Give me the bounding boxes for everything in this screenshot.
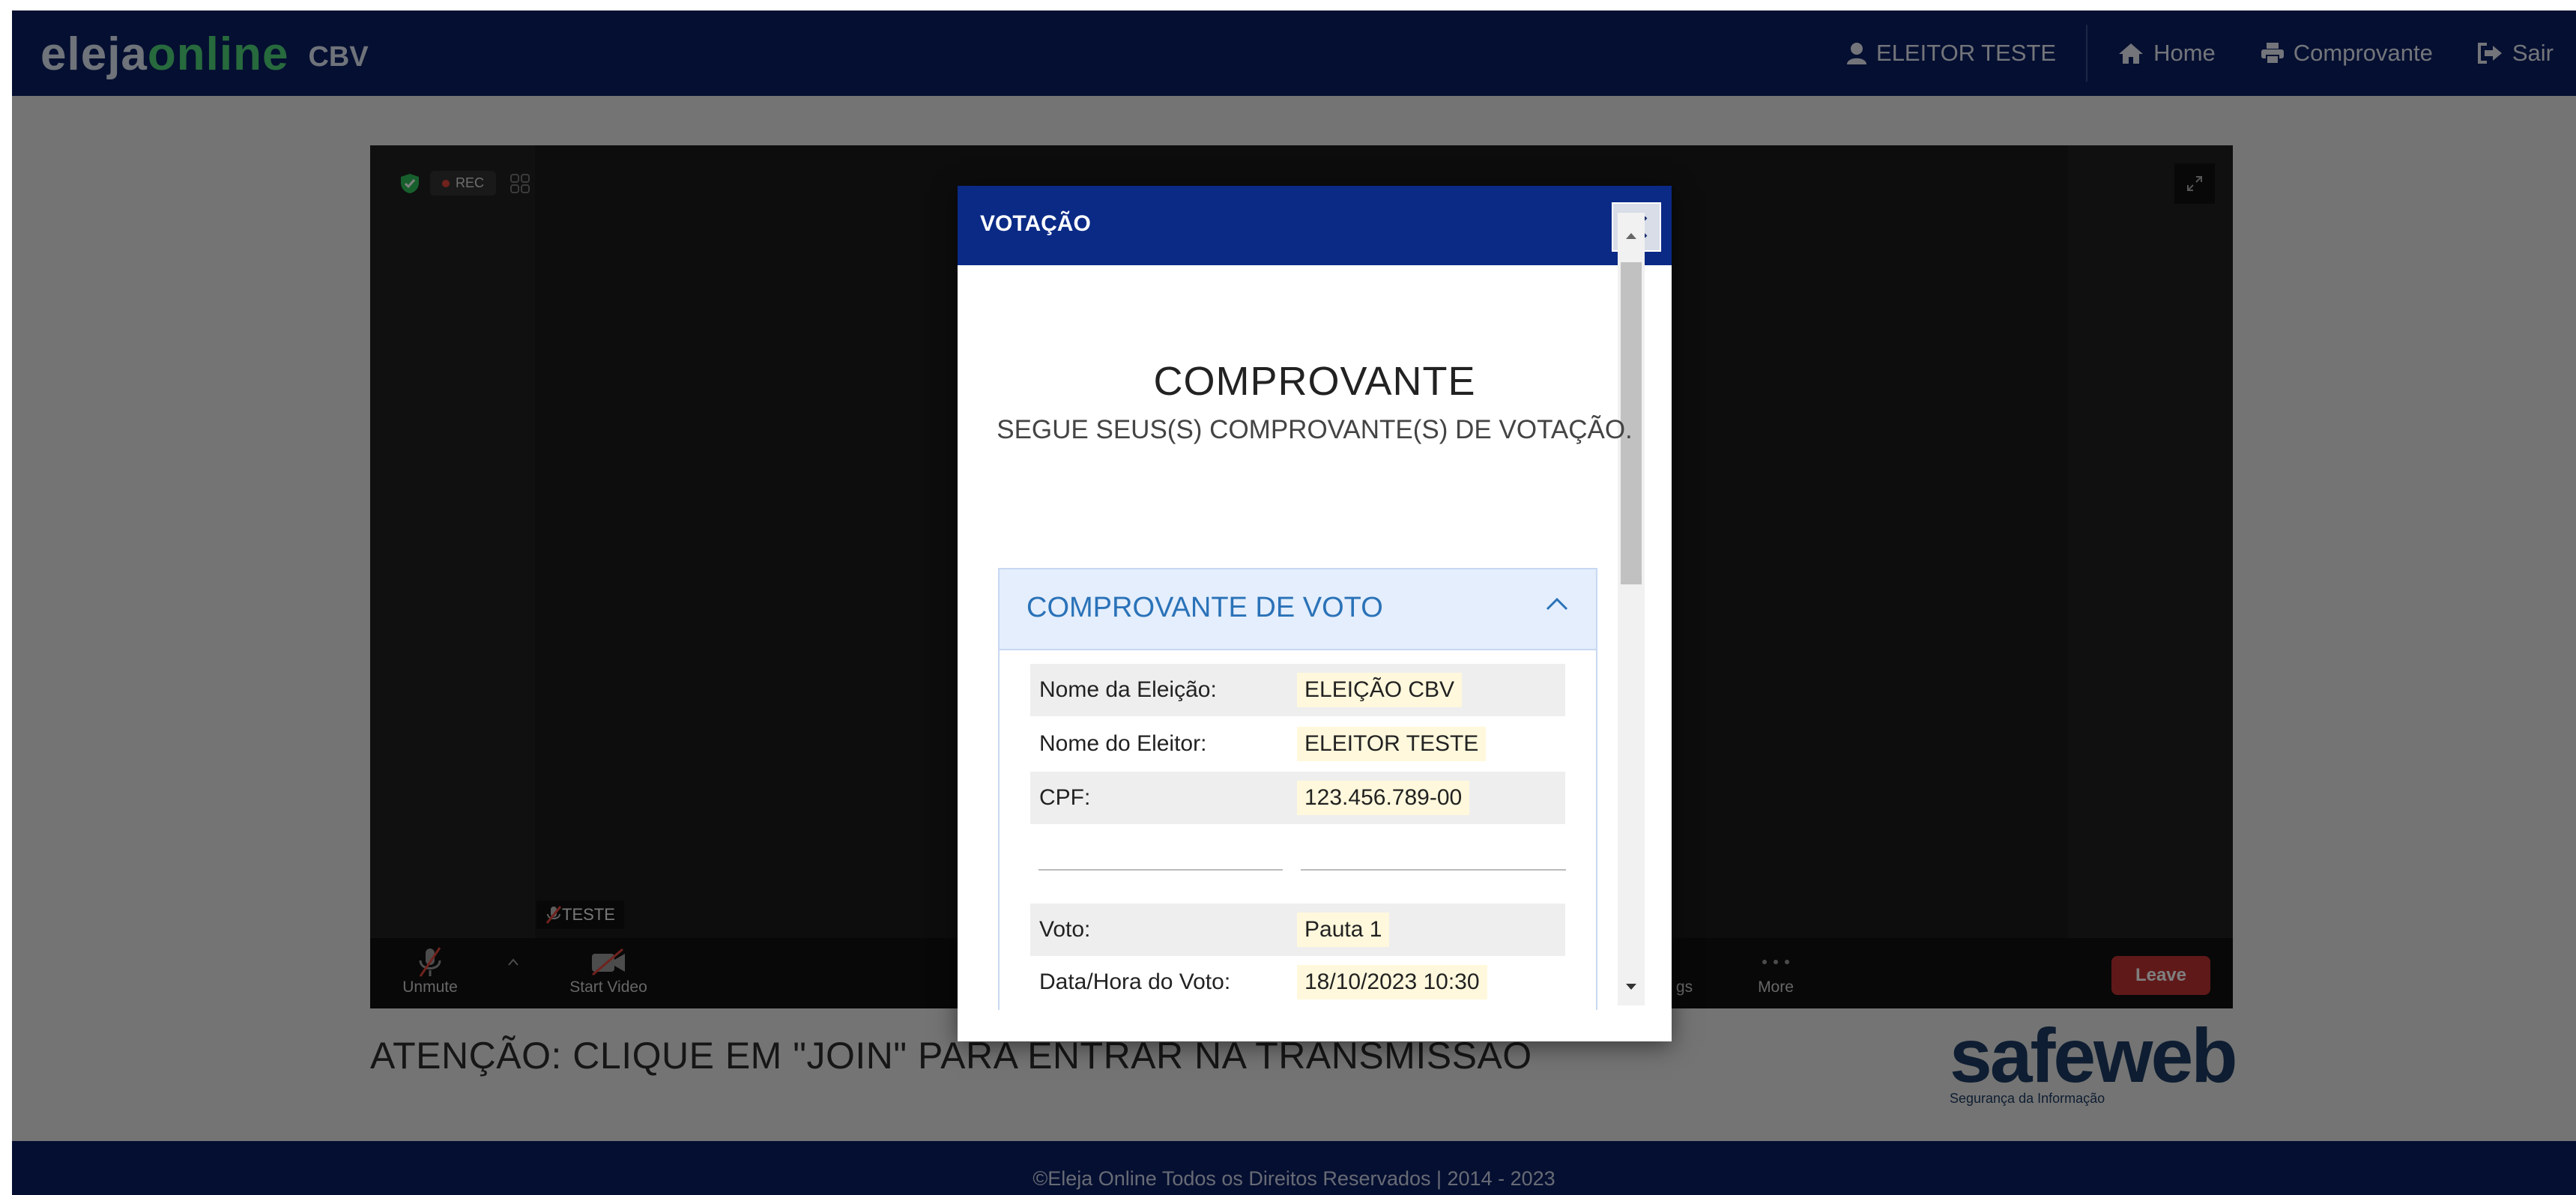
triangle-down-icon <box>1626 984 1636 990</box>
chevron-up-icon <box>1546 597 1568 611</box>
scroll-down-button[interactable] <box>1618 965 1645 1008</box>
modal-title: VOTAÇÃO <box>980 211 1091 236</box>
row-separator <box>1301 869 1566 871</box>
scroll-up-button[interactable] <box>1618 214 1645 258</box>
row-value: ELEITOR TESTE <box>1297 727 1487 761</box>
row-value: ELEIÇÃO CBV <box>1297 673 1463 707</box>
row-value: 123.456.789-00 <box>1297 781 1470 815</box>
receipt-accordion-header[interactable]: COMPROVANTE DE VOTO <box>998 568 1597 650</box>
receipt-subheading: SEGUE SEUS(S) COMPROVANTE(S) DE VOTAÇÃO. <box>997 415 1633 444</box>
receipt-heading: COMPROVANTE <box>1153 359 1476 404</box>
row-value: 18/10/2023 10:30 <box>1297 965 1487 999</box>
row-label: Nome da Eleição: <box>1039 677 1217 702</box>
row-separator <box>1038 869 1283 871</box>
receipt-row-cpf: CPF: 123.456.789-00 <box>1030 772 1565 826</box>
row-label: Voto: <box>1039 917 1091 942</box>
accordion-title: COMPROVANTE DE VOTO <box>1027 592 1383 623</box>
row-label: Nome do Eleitor: <box>1039 731 1207 756</box>
modal-header: VOTAÇÃO <box>958 186 1672 265</box>
receipt-row-vote: Voto: Pauta 1 <box>1030 904 1565 957</box>
receipt-row-voter: Nome do Eleitor: ELEITOR TESTE <box>1030 718 1565 772</box>
row-label: Data/Hora do Voto: <box>1039 969 1231 994</box>
page-frame: eleja online CBV ELEITOR TESTE Home Comp… <box>12 10 2576 1195</box>
row-value: Pauta 1 <box>1297 913 1390 947</box>
triangle-up-icon <box>1626 233 1636 239</box>
receipt-row-election: Nome da Eleição: ELEIÇÃO CBV <box>1030 664 1565 718</box>
receipt-row-datetime: Data/Hora do Voto: 18/10/2023 10:30 <box>1030 957 1565 1008</box>
row-label: CPF: <box>1039 785 1091 810</box>
